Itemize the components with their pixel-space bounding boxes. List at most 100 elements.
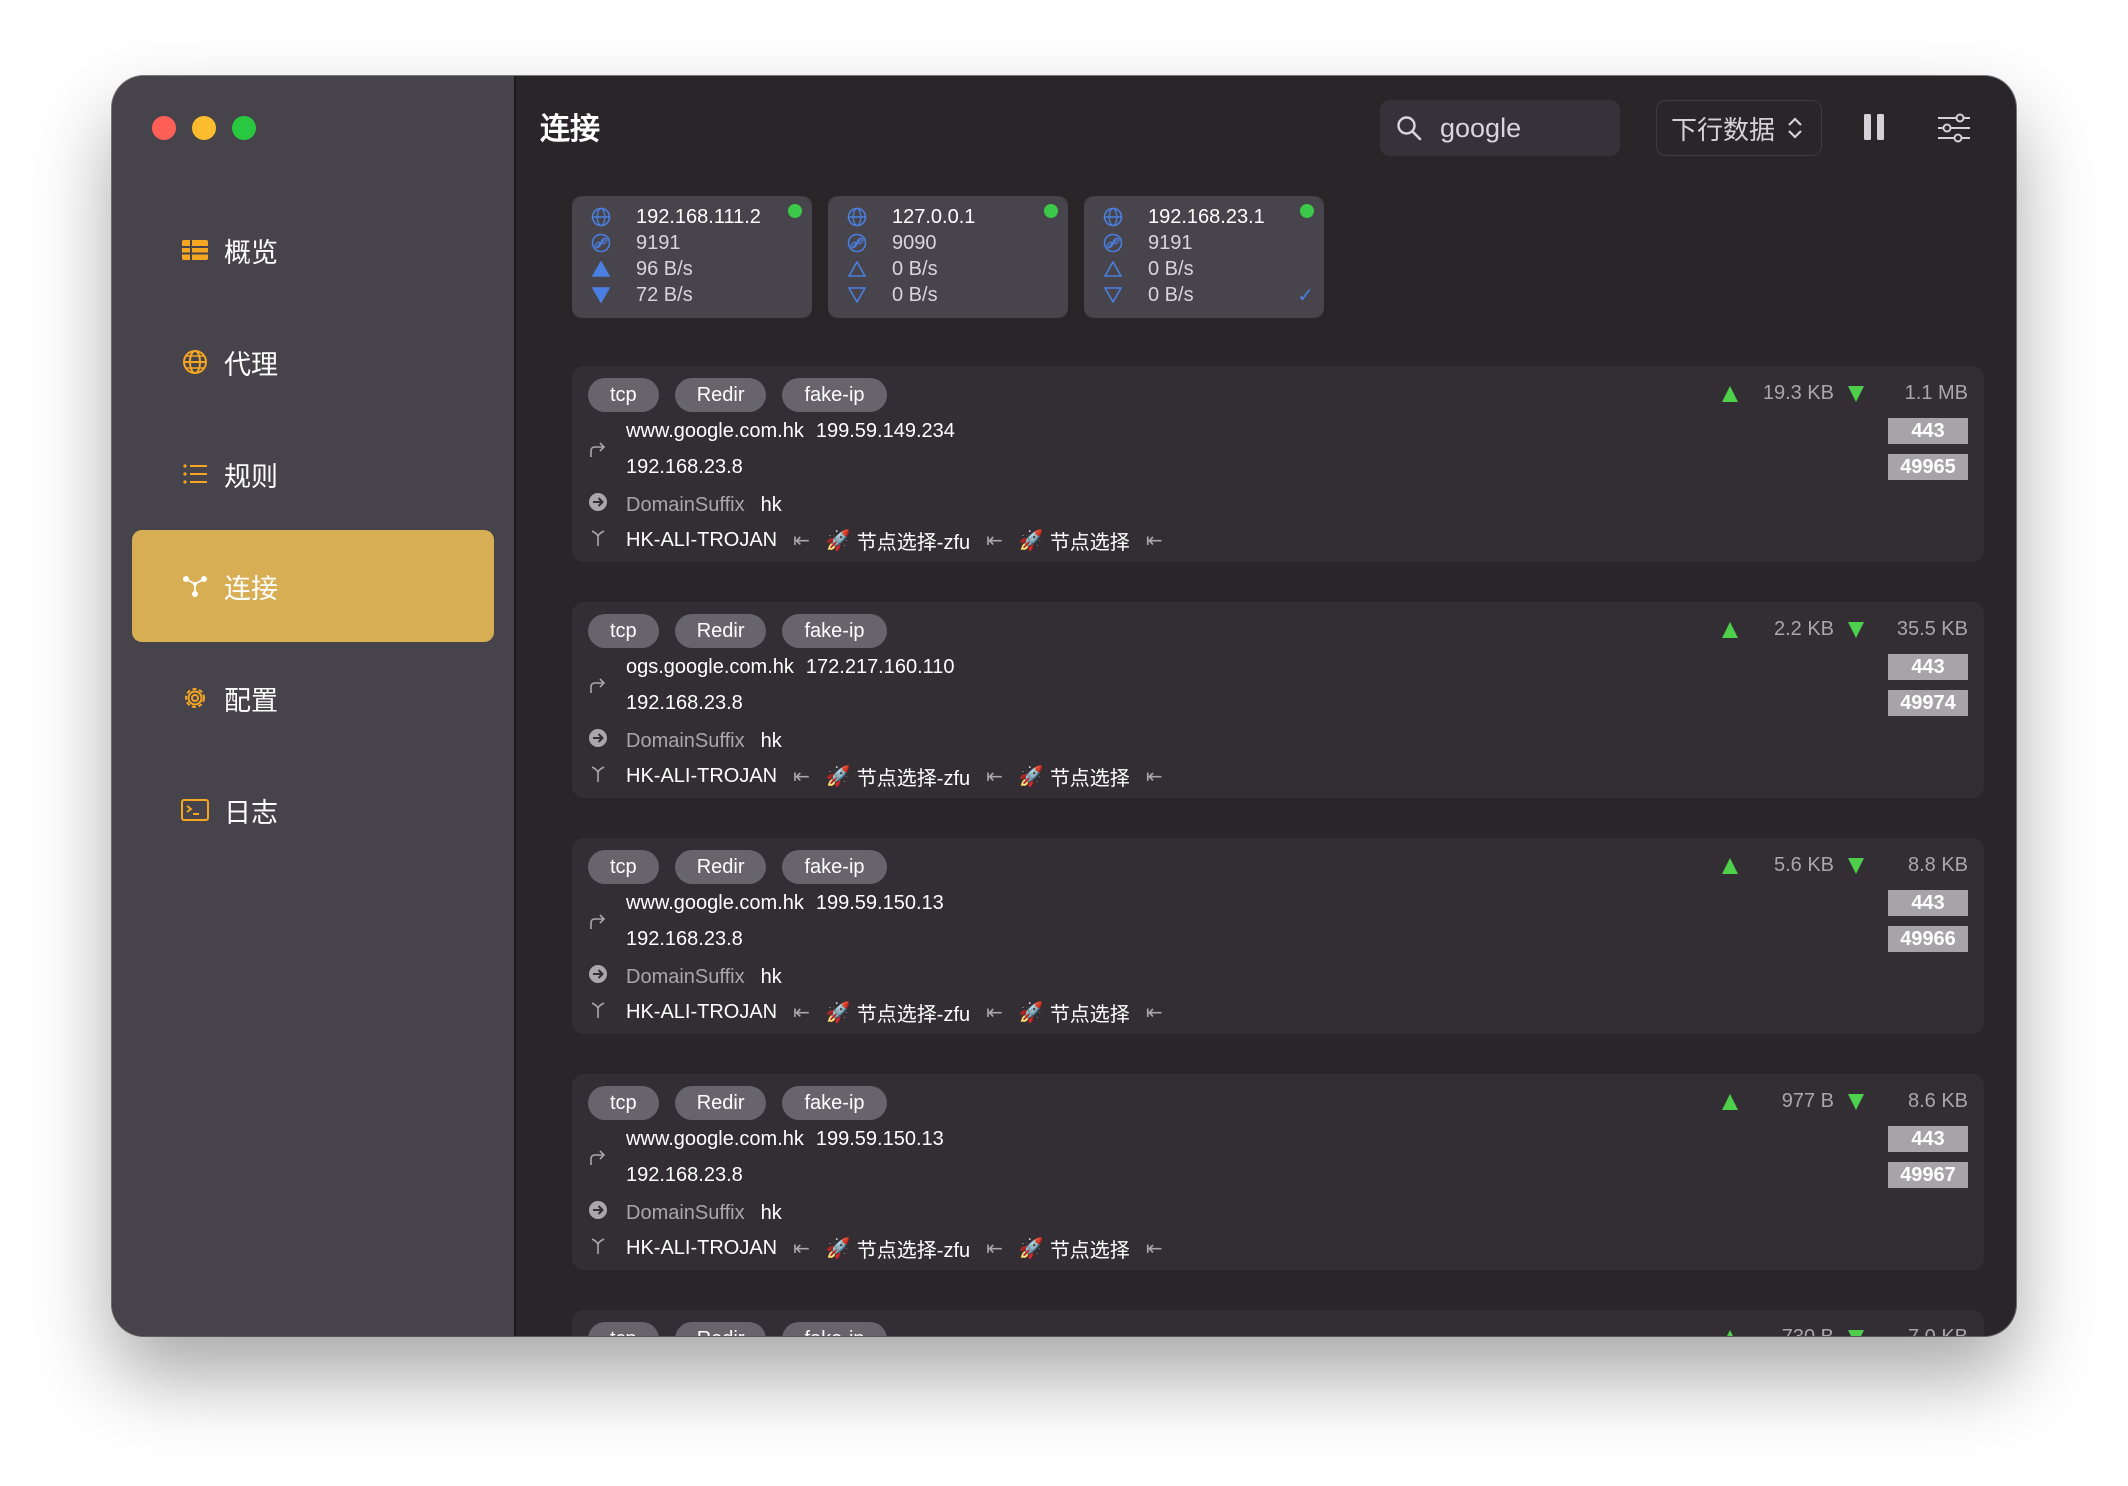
connection-card[interactable]: tcp Redir fake-ip 730 B 7.0 KB <box>572 1310 1984 1336</box>
connection-tag: Redir <box>674 614 767 648</box>
connection-traffic: 977 B 8.6 KB <box>1722 1090 1968 1113</box>
chain-arrow-icon: ⇤ <box>793 766 810 788</box>
status-dot <box>1044 204 1058 218</box>
connection-proxy-chain: HK-ALI-TROJAN ⇤ 🚀 节点选择-zfu ⇤ 🚀 节点选择 ⇤ <box>588 762 1179 791</box>
endpoint-host-row: 127.0.0.1 <box>846 204 1068 230</box>
connection-ports: 443 49967 <box>1888 1126 1968 1188</box>
endpoint-download-speed: 0 B/s <box>892 283 938 306</box>
sort-select[interactable]: 下行数据 <box>1656 100 1822 156</box>
endpoint-download-row: 72 B/s <box>590 282 812 308</box>
upload-triangle-icon <box>1722 385 1738 402</box>
search-input[interactable] <box>1438 111 1602 145</box>
connection-tag: Redir <box>674 378 767 412</box>
connection-source-ip: 192.168.23.8 <box>626 456 743 478</box>
endpoint-upload-row: 0 B/s <box>846 256 1068 282</box>
connection-host: www.google.com.hk <box>626 892 804 914</box>
rule-payload: hk <box>760 1201 782 1224</box>
destination-port-badge: 443 <box>1888 1126 1968 1152</box>
chain-arrow-icon: ⇤ <box>1145 1238 1163 1260</box>
globe-icon <box>183 350 207 374</box>
globe-icon <box>590 206 612 228</box>
settings-sliders-icon[interactable] <box>1936 110 1972 146</box>
endpoint-upload-speed: 96 B/s <box>636 257 693 280</box>
download-arrow-icon <box>1102 284 1124 306</box>
download-arrow-icon <box>846 284 868 306</box>
sidebar-item-label: 日志 <box>224 797 278 828</box>
chain-arrow-icon: ⇤ <box>1145 766 1163 788</box>
endpoint-card[interactable]: 192.168.23.1 9191 0 B/s 0 B/s ✓ <box>1084 196 1324 318</box>
upload-triangle-icon <box>1722 857 1738 874</box>
rule-arrow-icon <box>588 728 608 754</box>
connection-source-ip: 192.168.23.8 <box>626 692 743 714</box>
rule-payload: hk <box>760 493 782 516</box>
upload-total: 977 B <box>1781 1090 1834 1112</box>
connection-card[interactable]: tcp Redir fake-ip 19.3 KB 1.1 MB 443 49965 www.… <box>572 366 1984 562</box>
rule-payload: hk <box>760 965 782 988</box>
endpoint-port-row: 9191 <box>590 230 812 256</box>
endpoint-ip: 127.0.0.1 <box>892 205 976 228</box>
sidebar-item-config[interactable]: 配置 <box>132 642 494 754</box>
connection-tag: fake-ip <box>782 1086 887 1120</box>
sidebar-item-logs[interactable]: 日志 <box>132 754 494 866</box>
connection-tag: tcp <box>588 378 659 412</box>
window-controls <box>152 116 256 140</box>
zoom-window-button[interactable] <box>232 116 256 140</box>
connection-tag: tcp <box>588 850 659 884</box>
connection-ports: 443 49965 <box>1888 418 1968 480</box>
destination-port-badge: 443 <box>1888 418 1968 444</box>
connection-ports: 443 49966 <box>1888 890 1968 952</box>
rocket-icon: 🚀 <box>1018 766 1044 788</box>
search-box[interactable] <box>1380 100 1620 156</box>
connection-destination: www.google.com.hk 199.59.150.13 <box>626 1128 944 1151</box>
connection-dest-ip: 199.59.149.234 <box>815 420 955 442</box>
pause-icon[interactable] <box>1859 112 1889 142</box>
download-total: 8.6 KB <box>1907 1090 1968 1112</box>
sidebar-item-rules[interactable]: 规则 <box>132 418 494 530</box>
upload-total: 2.2 KB <box>1773 618 1834 640</box>
connection-dest-ip: 199.59.150.13 <box>815 892 944 914</box>
proxy-chain-node: 节点选择-zfu <box>856 1004 971 1026</box>
link-icon <box>846 232 868 254</box>
minimize-window-button[interactable] <box>192 116 216 140</box>
rule-arrow-icon <box>588 492 608 518</box>
status-dot <box>788 204 802 218</box>
endpoint-upload-row: 0 B/s <box>1102 256 1324 282</box>
chain-arrow-icon: ⇤ <box>986 766 1003 788</box>
connection-rule: DomainSuffix hk <box>588 1200 782 1226</box>
sidebar-item-proxy[interactable]: 代理 <box>132 306 494 418</box>
proxy-chain-node: 节点选择 <box>1049 1240 1130 1262</box>
endpoint-card[interactable]: 192.168.111.2 9191 96 B/s 72 B/s <box>572 196 812 318</box>
connection-tags: tcp Redir fake-ip <box>588 850 887 884</box>
proxy-chain-node: 节点选择-zfu <box>856 1240 971 1262</box>
connection-card[interactable]: tcp Redir fake-ip 2.2 KB 35.5 KB 443 49974 ogs.… <box>572 602 1984 798</box>
proxy-chain-node: HK-ALI-TROJAN <box>626 765 778 787</box>
rule-type: DomainSuffix <box>626 1201 745 1224</box>
sidebar-item-connections[interactable]: 连接 <box>132 530 494 642</box>
endpoint-card[interactable]: 127.0.0.1 9090 0 B/s 0 B/s <box>828 196 1068 318</box>
endpoint-port-row: 9090 <box>846 230 1068 256</box>
proxy-chain-node: 节点选择 <box>1049 532 1130 554</box>
checkmark-icon: ✓ <box>1297 285 1314 307</box>
connection-card[interactable]: tcp Redir fake-ip 5.6 KB 8.8 KB 443 49966 www.g… <box>572 838 1984 1034</box>
connection-list[interactable]: tcp Redir fake-ip 19.3 KB 1.1 MB 443 49965 www.… <box>572 366 1984 1336</box>
upload-triangle-icon <box>1722 621 1738 638</box>
sidebar-item-overview[interactable]: 概览 <box>132 194 494 306</box>
fork-icon <box>588 764 608 790</box>
connection-card[interactable]: tcp Redir fake-ip 977 B 8.6 KB 443 49967 www.go… <box>572 1074 1984 1270</box>
endpoint-port: 9191 <box>636 231 681 254</box>
fork-icon <box>588 1236 608 1262</box>
endpoint-download-speed: 72 B/s <box>636 283 693 306</box>
connection-tags: tcp Redir fake-ip <box>588 614 887 648</box>
endpoint-download-row: 0 B/s <box>846 282 1068 308</box>
connection-traffic: 2.2 KB 35.5 KB <box>1722 618 1968 641</box>
endpoint-download-row: 0 B/s <box>1102 282 1324 308</box>
source-port-badge: 49966 <box>1888 926 1968 952</box>
connection-tag: Redir <box>674 850 767 884</box>
proxy-chain: HK-ALI-TROJAN ⇤ 🚀 节点选择-zfu ⇤ 🚀 节点选择 ⇤ <box>626 526 1179 555</box>
connection-source-ip: 192.168.23.8 <box>626 928 743 950</box>
source-port-badge: 49974 <box>1888 690 1968 716</box>
download-total: 7.0 KB <box>1864 1326 1968 1336</box>
download-triangle-icon <box>1848 385 1864 402</box>
close-window-button[interactable] <box>152 116 176 140</box>
rocket-icon: 🚀 <box>1018 530 1044 552</box>
